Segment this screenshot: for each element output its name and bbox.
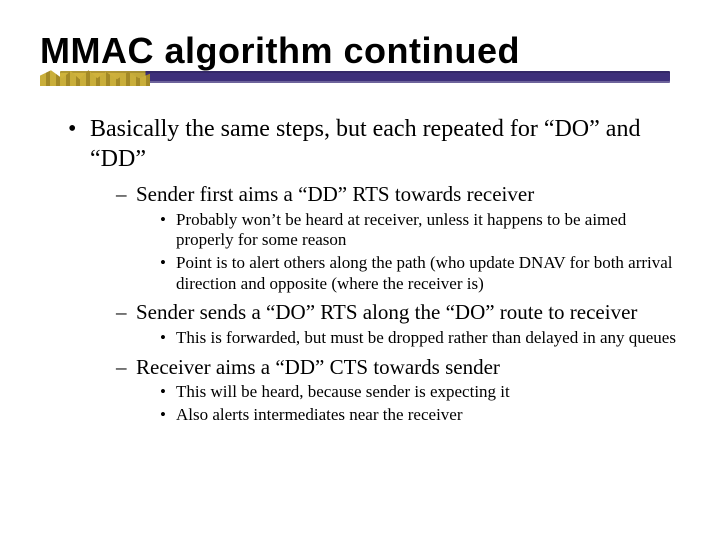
list-item: Also alerts intermediates near the recei… xyxy=(160,405,680,426)
underline-band xyxy=(60,71,670,83)
list-item: Receiver aims a “DD” CTS towards sender … xyxy=(116,355,680,426)
bullet-text: This is forwarded, but must be dropped r… xyxy=(176,328,676,347)
bullet-list-level3: Probably won’t be heard at receiver, unl… xyxy=(160,210,680,295)
bullet-text: Receiver aims a “DD” CTS towards sender xyxy=(136,355,500,379)
list-item: Probably won’t be heard at receiver, unl… xyxy=(160,210,680,251)
bullet-text: Probably won’t be heard at receiver, unl… xyxy=(176,210,626,250)
title-underline xyxy=(40,69,680,87)
bullet-text: Sender sends a “DO” RTS along the “DO” r… xyxy=(136,300,637,324)
bullet-list-level3: This will be heard, because sender is ex… xyxy=(160,382,680,425)
slide: MMAC algorithm continued Basically the s… xyxy=(0,0,720,540)
bullet-list-level3: This is forwarded, but must be dropped r… xyxy=(160,328,680,349)
list-item: Sender sends a “DO” RTS along the “DO” r… xyxy=(116,300,680,348)
bullet-text: Also alerts intermediates near the recei… xyxy=(176,405,463,424)
list-item: This will be heard, because sender is ex… xyxy=(160,382,680,403)
list-item: Point is to alert others along the path … xyxy=(160,253,680,294)
slide-title: MMAC algorithm continued xyxy=(40,30,680,71)
bullet-list-level1: Basically the same steps, but each repea… xyxy=(68,115,680,426)
title-block: MMAC algorithm continued xyxy=(40,30,680,87)
bullet-text: Point is to alert others along the path … xyxy=(176,253,673,293)
list-item: This is forwarded, but must be dropped r… xyxy=(160,328,680,349)
list-item: Sender first aims a “DD” RTS towards rec… xyxy=(116,182,680,295)
bullet-text: This will be heard, because sender is ex… xyxy=(176,382,510,401)
bullet-text: Basically the same steps, but each repea… xyxy=(90,116,640,171)
bullet-text: Sender first aims a “DD” RTS towards rec… xyxy=(136,182,534,206)
list-item: Basically the same steps, but each repea… xyxy=(68,115,680,426)
bullet-list-level2: Sender first aims a “DD” RTS towards rec… xyxy=(116,182,680,426)
